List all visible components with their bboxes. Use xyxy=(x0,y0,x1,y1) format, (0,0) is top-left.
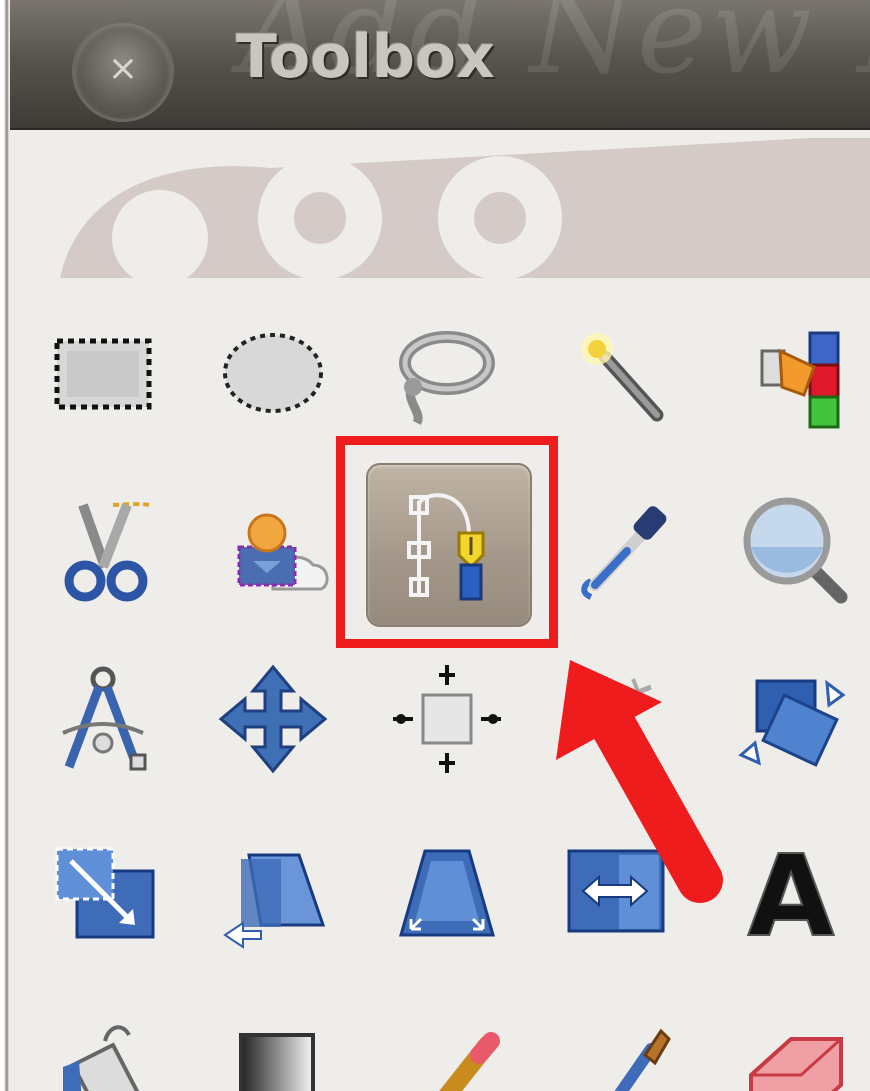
select-by-color-tool-button[interactable] xyxy=(715,296,865,446)
ellipse-select-tool-button[interactable] xyxy=(198,296,348,446)
eraser-tool-button[interactable] xyxy=(716,990,866,1091)
ellipse-select-tool-icon xyxy=(223,333,323,413)
select-by-color-tool-icon xyxy=(760,331,840,429)
fuzzy-select-tool-button[interactable] xyxy=(538,296,688,446)
text-tool-glyph: A xyxy=(748,832,835,962)
blend-gradient-tool-icon xyxy=(239,1033,315,1091)
window-left-border xyxy=(0,0,12,1091)
red-annotation-arrow-icon xyxy=(556,660,723,903)
pencil-tool-button[interactable] xyxy=(372,990,522,1091)
window-title: Toolbox xyxy=(236,22,495,92)
scale-tool-button[interactable] xyxy=(28,816,178,966)
toolbox-window: Add New Po × Toolbox xyxy=(0,0,870,1091)
bucket-fill-tool-icon xyxy=(63,1025,140,1091)
measure-tool-button[interactable] xyxy=(28,644,178,794)
paintbrush-tool-button[interactable] xyxy=(546,990,696,1091)
color-picker-tool-icon xyxy=(581,506,667,600)
paintbrush-tool-icon xyxy=(614,1028,671,1091)
paths-tool-highlight-box xyxy=(336,436,558,648)
window-titlebar[interactable]: Add New Po × Toolbox xyxy=(10,0,870,130)
color-picker-tool-button[interactable] xyxy=(546,470,696,620)
zoom-tool-icon xyxy=(743,497,848,604)
scissors-select-tool-button[interactable] xyxy=(28,470,178,620)
foreground-select-tool-icon xyxy=(237,513,329,591)
close-button[interactable]: × xyxy=(72,20,174,122)
foreground-select-tool-button[interactable] xyxy=(198,470,348,620)
eraser-tool-icon xyxy=(749,1037,843,1091)
rectangle-select-tool-button[interactable] xyxy=(28,296,178,446)
bucket-fill-tool-button[interactable] xyxy=(28,990,178,1091)
perspective-tool-button[interactable] xyxy=(372,816,522,966)
gimp-wilber-watermark xyxy=(60,138,870,278)
pencil-tool-icon xyxy=(439,1032,500,1091)
alignment-tool-icon xyxy=(393,665,501,773)
free-select-lasso-tool-icon xyxy=(399,331,495,426)
move-tool-icon xyxy=(218,664,328,774)
move-tool-button[interactable] xyxy=(198,644,348,794)
rectangle-select-tool-icon xyxy=(54,338,152,410)
perspective-tool-icon xyxy=(399,849,495,937)
alignment-tool-button[interactable] xyxy=(372,644,522,794)
shear-tool-icon xyxy=(223,853,326,949)
scissors-select-tool-icon xyxy=(64,502,152,602)
free-select-tool-button[interactable] xyxy=(368,296,518,446)
close-icon: × xyxy=(107,48,139,89)
zoom-tool-button[interactable] xyxy=(716,470,866,620)
measure-tool-icon xyxy=(62,666,147,771)
shear-tool-button[interactable] xyxy=(198,816,348,966)
scale-tool-icon xyxy=(55,847,155,939)
blend-tool-button[interactable] xyxy=(198,990,348,1091)
fuzzy-select-magic-wand-tool-icon xyxy=(581,333,664,422)
